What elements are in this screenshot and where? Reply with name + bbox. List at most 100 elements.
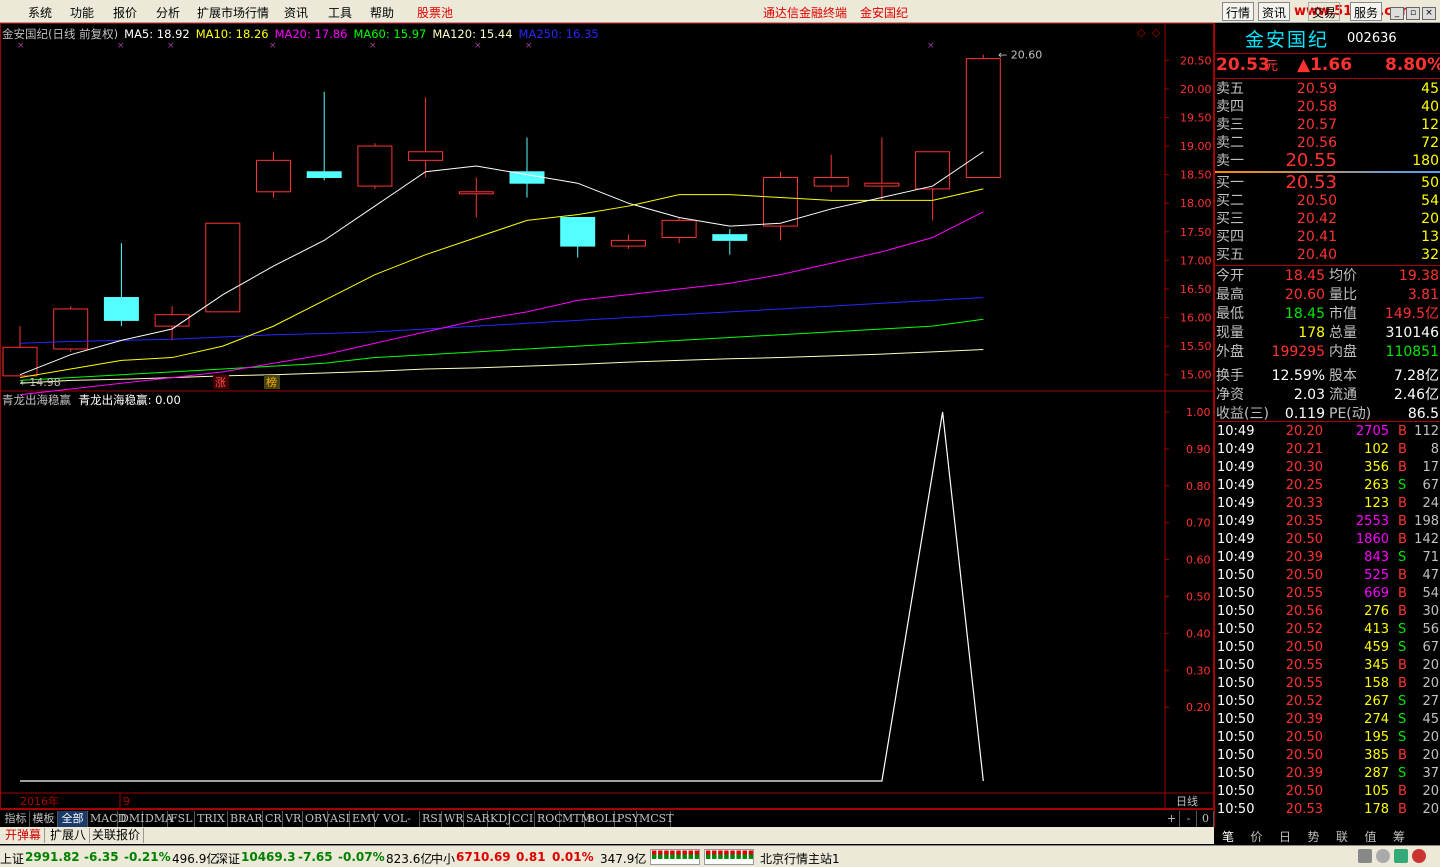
tab-obv[interactable]: OBV bbox=[303, 811, 330, 827]
tick-row[interactable]: 10:49 20.30 356 B 17 bbox=[1215, 459, 1440, 477]
menu-ext-market[interactable]: 扩展市场行情 bbox=[197, 4, 269, 21]
stat-row[interactable]: 今开 18.45 均价 19.38 bbox=[1215, 267, 1440, 285]
tick-row[interactable]: 10:50 20.50 195 S 20 bbox=[1215, 729, 1440, 747]
tick-row[interactable]: 10:50 20.50 105 B 20 bbox=[1215, 783, 1440, 801]
message-icon[interactable] bbox=[1376, 849, 1390, 863]
ask-row[interactable]: 卖五 20.59 45 bbox=[1215, 80, 1440, 98]
stat-row[interactable]: 净资 2.03 流通 2.46亿 bbox=[1215, 386, 1440, 404]
menu-news[interactable]: 资讯 bbox=[284, 4, 308, 21]
tick-row[interactable]: 10:50 20.52 267 S 27 bbox=[1215, 693, 1440, 711]
tick-row[interactable]: 10:50 20.50 525 B 47 bbox=[1215, 567, 1440, 585]
tab-ctrl-button[interactable]: 0 bbox=[1198, 811, 1214, 827]
ask-row[interactable]: 卖三 20.57 12 bbox=[1215, 116, 1440, 134]
tab-cci[interactable]: CCI bbox=[510, 811, 535, 827]
bid-row[interactable]: 买三 20.42 20 bbox=[1215, 210, 1440, 228]
panel-tab-button[interactable]: 势 bbox=[1308, 828, 1320, 845]
panel-tab-button[interactable]: 联 bbox=[1336, 828, 1348, 845]
monitor-icon[interactable] bbox=[1394, 849, 1408, 863]
tab-kdj[interactable]: KDJ bbox=[488, 811, 511, 827]
tab-vr[interactable]: VR bbox=[283, 811, 303, 827]
tab-wr[interactable]: WR bbox=[442, 811, 464, 827]
tab-trix[interactable]: TRIX bbox=[195, 811, 228, 827]
chart-area[interactable]: 20.50 20.00 19.50 19.00 18.50 18.00 17.50 17.00… bbox=[0, 23, 1214, 809]
tab-指标[interactable]: 指标 bbox=[2, 811, 30, 827]
tab-fsl[interactable]: FSL bbox=[168, 811, 195, 827]
tick-row[interactable]: 10:49 20.50 1860 B 142 bbox=[1215, 531, 1440, 549]
stat-row[interactable]: 收益(三) 0.119 PE(动) 86.5 bbox=[1215, 405, 1440, 423]
tab-quote-button[interactable]: 行情 bbox=[1222, 2, 1255, 21]
tick-row[interactable]: 10:49 20.25 263 S 67 bbox=[1215, 477, 1440, 495]
tick-row[interactable]: 10:50 20.39 274 S 45 bbox=[1215, 711, 1440, 729]
stat-row[interactable]: 现量 178 总量 310146 bbox=[1215, 324, 1440, 342]
tick-row[interactable]: 10:50 20.52 413 S 56 bbox=[1215, 621, 1440, 639]
minimize-icon[interactable]: _ bbox=[1390, 7, 1404, 20]
menu-analysis[interactable]: 分析 bbox=[156, 4, 180, 21]
menu-tools[interactable]: 工具 bbox=[328, 4, 352, 21]
tab-mcst[interactable]: MCST bbox=[637, 811, 674, 827]
tab-ctrl-button[interactable]: + bbox=[1164, 811, 1180, 827]
tick-row[interactable]: 10:50 20.50 385 B 20 bbox=[1215, 747, 1440, 765]
stat-row[interactable]: 最低 18.45 市值 149.5亿 bbox=[1215, 305, 1440, 323]
ext-tab-button[interactable]: 开弹幕 bbox=[2, 828, 46, 843]
panel-tab-button[interactable]: 笔 bbox=[1222, 828, 1234, 845]
tab-trade-button[interactable]: 交易 bbox=[1308, 2, 1341, 21]
tab-service-button[interactable]: 服务 bbox=[1350, 2, 1383, 21]
menu-help[interactable]: 帮助 bbox=[370, 4, 394, 21]
bid-row[interactable]: 买一 20.53 50 bbox=[1215, 174, 1440, 192]
panel-tab-button[interactable]: 值 bbox=[1365, 828, 1377, 845]
tick-volume: 525 bbox=[1364, 568, 1389, 583]
panel-tab-button[interactable]: 筹 bbox=[1393, 828, 1405, 845]
stat-row[interactable]: 最高 20.60 量比 3.81 bbox=[1215, 286, 1440, 304]
tab-cr[interactable]: CR bbox=[263, 811, 283, 827]
tab-rsi[interactable]: RSI bbox=[420, 811, 442, 827]
tab-dmi[interactable]: DMI bbox=[118, 811, 144, 827]
restore-icon[interactable]: ▫ bbox=[1406, 7, 1420, 20]
bid-row[interactable]: 买四 20.41 13 bbox=[1215, 228, 1440, 246]
panel-tab-button[interactable]: 日 bbox=[1279, 828, 1291, 845]
tick-row[interactable]: 10:49 20.21 102 B 8 bbox=[1215, 441, 1440, 459]
bid-row[interactable]: 买五 20.40 32 bbox=[1215, 246, 1440, 264]
ask-row[interactable]: 卖一 20.55 180 bbox=[1215, 152, 1440, 170]
tab-dma[interactable]: DMA bbox=[143, 811, 173, 827]
tick-price: 20.55 bbox=[1285, 586, 1323, 601]
stat-row[interactable]: 换手 12.59% 股本 7.28亿 bbox=[1215, 367, 1440, 385]
tick-row[interactable]: 10:49 20.35 2553 B 198 bbox=[1215, 513, 1440, 531]
menu-system[interactable]: 系统 bbox=[28, 4, 52, 21]
network-icon[interactable] bbox=[1358, 849, 1372, 863]
bid-row[interactable]: 买二 20.50 54 bbox=[1215, 192, 1440, 210]
tab-ctrl-button[interactable]: - bbox=[1181, 811, 1197, 827]
menu-quote[interactable]: 报价 bbox=[113, 4, 137, 21]
tick-row[interactable]: 10:50 20.55 158 B 20 bbox=[1215, 675, 1440, 693]
tab-asi[interactable]: ASI bbox=[328, 811, 350, 827]
tab-emv[interactable]: EMV bbox=[350, 811, 379, 827]
tick-row[interactable]: 10:50 20.53 178 B 20 bbox=[1215, 801, 1440, 819]
tick-row[interactable]: 10:50 20.55 669 B 54 bbox=[1215, 585, 1440, 603]
tick-row[interactable]: 10:49 20.20 2705 B 112 bbox=[1215, 423, 1440, 441]
tab-roc[interactable]: ROC bbox=[535, 811, 563, 827]
tick-row[interactable]: 10:50 20.55 345 B 20 bbox=[1215, 657, 1440, 675]
tab-news-button[interactable]: 资讯 bbox=[1258, 2, 1291, 21]
tab-mtm[interactable]: MTM bbox=[560, 811, 592, 827]
panel-tab-button[interactable]: 价 bbox=[1251, 828, 1263, 845]
ext-tab-button[interactable]: 扩展八 bbox=[47, 828, 91, 843]
tab-brar[interactable]: BRAR bbox=[228, 811, 263, 827]
tick-row[interactable]: 10:50 20.50 459 S 67 bbox=[1215, 639, 1440, 657]
tick-row[interactable]: 10:50 20.39 287 S 37 bbox=[1215, 765, 1440, 783]
tab-全部[interactable]: 全部 bbox=[58, 811, 88, 827]
ask-row[interactable]: 卖四 20.58 40 bbox=[1215, 98, 1440, 116]
tab-macd[interactable]: MACD bbox=[88, 811, 126, 827]
tab-模板[interactable]: 模板 bbox=[30, 811, 58, 827]
alert-icon[interactable] bbox=[1412, 849, 1426, 863]
tick-row[interactable]: 10:50 20.56 276 B 30 bbox=[1215, 603, 1440, 621]
tab-psy[interactable]: PSY bbox=[615, 811, 639, 827]
close-icon[interactable]: × bbox=[1422, 7, 1436, 20]
tick-row[interactable]: 10:49 20.33 123 B 24 bbox=[1215, 495, 1440, 513]
menu-function[interactable]: 功能 bbox=[70, 4, 94, 21]
tab-vol-tdx[interactable]: VOL-TDX bbox=[375, 811, 420, 841]
tab-sar[interactable]: SAR bbox=[464, 811, 490, 827]
ext-tab-button[interactable]: 关联报价 bbox=[89, 828, 145, 843]
tick-row[interactable]: 10:49 20.39 843 S 71 bbox=[1215, 549, 1440, 567]
stat-row[interactable]: 外盘 199295 内盘 110851 bbox=[1215, 343, 1440, 361]
tab-boll[interactable]: BOLL bbox=[585, 811, 619, 827]
menu-stock-pool[interactable]: 股票池 bbox=[417, 4, 453, 21]
